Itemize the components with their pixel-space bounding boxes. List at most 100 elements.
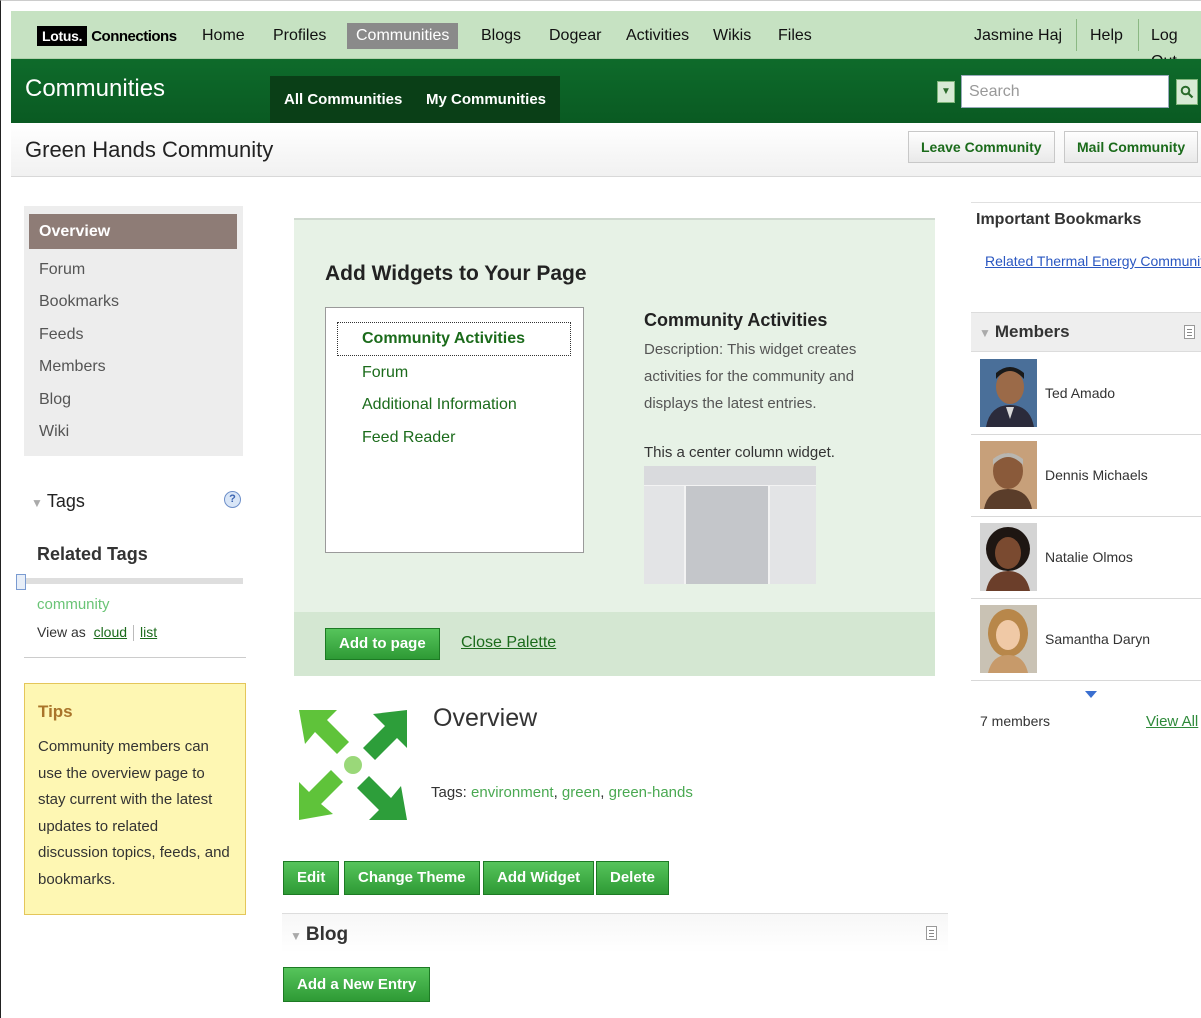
community-name: Green Hands Community <box>25 137 274 162</box>
nav-communities[interactable]: Communities <box>347 23 459 49</box>
add-new-entry-button[interactable]: Add a New Entry <box>283 967 431 1002</box>
leftnav-item-bookmarks[interactable]: Bookmarks <box>39 293 119 311</box>
edit-button[interactable]: Edit <box>283 861 340 895</box>
leftnav-item-forum[interactable]: Forum <box>39 261 85 279</box>
tab-all-communities[interactable]: All Communities <box>270 76 417 123</box>
leave-community-button[interactable]: Leave Community <box>908 131 1055 163</box>
community-left-nav: Overview Forum Bookmarks Feeds Members B… <box>24 206 243 456</box>
bookmark-link[interactable]: Related Thermal Energy Community <box>985 253 1201 269</box>
search-icon <box>1180 85 1194 98</box>
more-members-arrow-icon[interactable] <box>1085 691 1097 698</box>
logo-brand: Lotus. <box>37 26 88 46</box>
tips-title: Tips <box>38 702 73 721</box>
nav-blogs[interactable]: Blogs <box>481 23 521 49</box>
tags-header[interactable]: ▼ Tags <box>31 491 85 512</box>
blog-title: Blog <box>305 924 349 945</box>
view-list-link[interactable]: list <box>140 624 157 640</box>
widget-menu-icon[interactable] <box>1184 325 1195 339</box>
add-to-page-button[interactable]: Add to page <box>325 628 440 660</box>
leftnav-item-members[interactable]: Members <box>39 358 106 376</box>
bookmarks-title: Important Bookmarks <box>976 211 1142 228</box>
widget-list: Community Activities Forum Additional In… <box>325 307 584 553</box>
top-navigation-bar: Lotus. Connections Home Profiles Communi… <box>11 11 1201 70</box>
mail-community-button[interactable]: Mail Community <box>1064 131 1199 163</box>
communities-banner: Communities All Communities My Communiti… <box>11 59 1201 123</box>
help-icon[interactable]: ? <box>224 491 241 508</box>
tag-link-environment[interactable]: environment <box>471 784 554 801</box>
search-input[interactable] <box>961 75 1169 108</box>
collapse-triangle-icon: ▼ <box>979 326 991 340</box>
member-card[interactable]: Ted Amado <box>971 353 1201 435</box>
view-as-label: View as <box>37 624 86 640</box>
delete-button[interactable]: Delete <box>596 861 670 895</box>
leftnav-item-blog[interactable]: Blog <box>39 391 71 409</box>
widget-menu-icon[interactable] <box>926 926 937 940</box>
nav-profiles[interactable]: Profiles <box>273 23 326 49</box>
palette-footer: Add to page Close Palette <box>294 612 935 676</box>
add-widget-button[interactable]: Add Widget <box>483 861 595 895</box>
nav-activities[interactable]: Activities <box>626 23 689 49</box>
slider-handle[interactable] <box>16 574 26 590</box>
search-scope-dropdown[interactable]: ▼ <box>937 80 955 103</box>
search-box: ▼ <box>937 75 1198 108</box>
widget-detail-description: Description: This widget creates activit… <box>644 341 857 412</box>
nav-dogear[interactable]: Dogear <box>549 23 601 49</box>
help-link[interactable]: Help <box>1090 23 1123 49</box>
lotus-connections-logo[interactable]: Lotus. Connections <box>37 24 177 48</box>
widget-option-community-activities[interactable]: Community Activities <box>337 322 571 356</box>
members-title-toggle[interactable]: ▼ Members <box>979 322 1070 342</box>
member-name[interactable]: Natalie Olmos <box>1045 549 1133 565</box>
members-header: ▼ Members <box>971 312 1201 352</box>
member-card[interactable]: Samantha Daryn <box>971 599 1201 681</box>
collapse-triangle-icon: ▼ <box>31 496 43 510</box>
avatar[interactable] <box>980 359 1037 427</box>
avatar[interactable] <box>980 605 1037 673</box>
widget-option-feed-reader[interactable]: Feed Reader <box>362 429 455 447</box>
member-card[interactable]: Natalie Olmos <box>971 517 1201 599</box>
member-name[interactable]: Samantha Daryn <box>1045 631 1150 647</box>
palette-title: Add Widgets to Your Page <box>325 262 587 285</box>
tips-body: Community members can use the overview p… <box>38 738 230 888</box>
close-palette-link[interactable]: Close Palette <box>461 634 556 652</box>
widget-option-forum[interactable]: Forum <box>362 364 408 382</box>
overview-title: Overview <box>433 704 538 732</box>
tag-link-community[interactable]: community <box>37 596 110 613</box>
change-theme-button[interactable]: Change Theme <box>344 861 480 895</box>
widget-option-additional-information[interactable]: Additional Information <box>362 396 517 414</box>
overview-tags: Tags: environment, green, green-hands <box>431 784 693 801</box>
logout-link[interactable]: Log Out <box>1151 23 1201 70</box>
member-name[interactable]: Dennis Michaels <box>1045 467 1148 483</box>
widget-detail-title: Community Activities <box>644 310 828 330</box>
nav-files[interactable]: Files <box>778 23 812 49</box>
leftnav-item-overview[interactable]: Overview <box>29 214 237 249</box>
members-title: Members <box>994 322 1070 341</box>
leftnav-item-wiki[interactable]: Wiki <box>39 423 69 441</box>
member-card[interactable]: Dennis Michaels <box>971 435 1201 517</box>
tab-my-communities[interactable]: My Communities <box>412 76 561 123</box>
user-name-link[interactable]: Jasmine Haj <box>974 23 1062 49</box>
avatar[interactable] <box>980 441 1037 509</box>
tag-link-green-hands[interactable]: green-hands <box>609 784 693 801</box>
community-logo-hands-icon <box>291 700 415 830</box>
divider <box>971 202 1201 203</box>
nav-separator <box>1076 19 1077 51</box>
tips-box: Tips Community members can use the overv… <box>24 683 246 915</box>
blog-title-toggle[interactable]: ▼ Blog <box>290 924 348 946</box>
nav-home[interactable]: Home <box>202 23 245 49</box>
search-button[interactable] <box>1176 78 1198 105</box>
preview-header <box>644 466 816 486</box>
view-all-members-link[interactable]: View All <box>1146 713 1198 730</box>
leftnav-item-feeds[interactable]: Feeds <box>39 326 83 344</box>
tag-slider[interactable] <box>16 574 243 590</box>
view-cloud-link[interactable]: cloud <box>94 624 127 640</box>
related-tags-title: Related Tags <box>37 544 148 564</box>
member-name[interactable]: Ted Amado <box>1045 385 1115 401</box>
divider <box>24 657 246 658</box>
tags-label: Tags: <box>431 784 467 801</box>
nav-wikis[interactable]: Wikis <box>713 23 751 49</box>
avatar[interactable] <box>980 523 1037 591</box>
nav-separator <box>1138 19 1139 51</box>
tag-link-green[interactable]: green <box>562 784 600 801</box>
view-as-options: View as cloud list <box>37 624 157 642</box>
banner-title: Communities <box>25 75 166 102</box>
